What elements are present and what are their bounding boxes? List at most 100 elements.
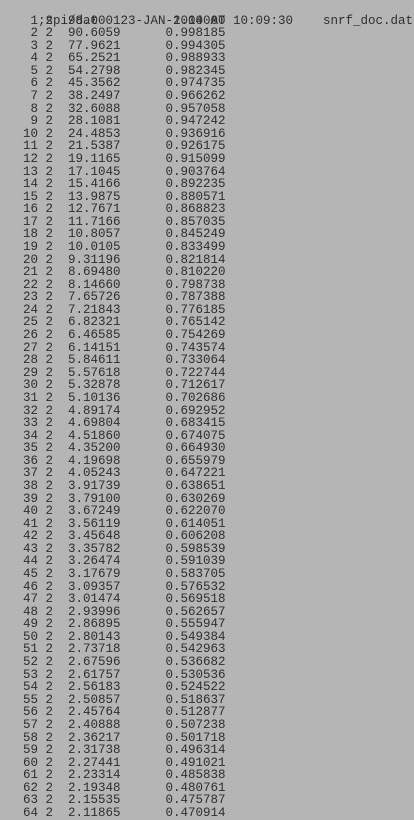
data-row: 9 2 28.1081 0.947242 xyxy=(8,115,413,128)
data-row: 35 2 4.35200 0.664930 xyxy=(8,442,413,455)
row-count: 2 xyxy=(45,806,53,820)
row-value-1: 3.45648 xyxy=(67,529,121,544)
data-row: 40 2 3.67249 0.622070 xyxy=(8,505,413,518)
row-value-1: 3.67249 xyxy=(67,504,121,519)
row-count: 2 xyxy=(45,717,53,732)
row-value-2: 0.507238 xyxy=(165,717,226,732)
row-count: 2 xyxy=(45,239,53,254)
row-count: 2 xyxy=(45,655,53,670)
row-key: 54 xyxy=(22,680,38,695)
row-key: 12 xyxy=(22,151,38,166)
row-value-1: 19.1165 xyxy=(67,151,121,166)
row-count: 2 xyxy=(45,680,53,695)
row-value-2: 0.754269 xyxy=(165,328,226,343)
row-value-1: 90.6059 xyxy=(67,26,121,41)
row-key: 52 xyxy=(22,655,38,670)
row-key: 26 xyxy=(22,328,38,343)
data-row: 23 2 7.65726 0.787388 xyxy=(8,291,413,304)
row-value-2: 0.638651 xyxy=(165,478,226,493)
row-count: 2 xyxy=(45,768,53,783)
row-value-2: 0.470914 xyxy=(165,806,226,820)
row-value-2: 0.536682 xyxy=(165,655,226,670)
data-row: 57 2 2.40888 0.507238 xyxy=(8,719,413,732)
row-value-1: 2.31738 xyxy=(67,743,121,758)
row-value-1: 2.23314 xyxy=(67,768,121,783)
row-value-2: 0.583705 xyxy=(165,567,226,582)
row-value-2: 0.868823 xyxy=(165,202,226,217)
row-key: 59 xyxy=(22,743,38,758)
data-row: 33 2 4.69804 0.683415 xyxy=(8,417,413,430)
row-count: 2 xyxy=(45,89,53,104)
row-value-1: 4.35200 xyxy=(67,441,121,456)
row-value-1: 15.4166 xyxy=(67,177,121,192)
row-value-1: 10.0105 xyxy=(67,239,121,254)
row-value-2: 0.892235 xyxy=(165,177,226,192)
row-value-2: 0.733064 xyxy=(165,353,226,368)
row-value-1: 3.01474 xyxy=(67,592,121,607)
data-row: 12 2 19.1165 0.915099 xyxy=(8,153,413,166)
header-filename: snrf_doc.dat xyxy=(323,13,414,28)
data-row: 16 2 12.7671 0.868823 xyxy=(8,203,413,216)
row-count: 2 xyxy=(45,416,53,431)
data-row: 2 2 90.6059 0.998185 xyxy=(8,27,413,40)
row-key: 31 xyxy=(22,390,38,405)
row-value-1: 2.67596 xyxy=(67,655,121,670)
row-count: 2 xyxy=(45,265,53,280)
row-value-1: 3.17679 xyxy=(67,567,121,582)
row-key: 61 xyxy=(22,768,38,783)
row-count: 2 xyxy=(45,26,53,41)
data-row: 42 2 3.45648 0.606208 xyxy=(8,530,413,543)
row-value-1: 28.1081 xyxy=(67,114,121,129)
row-value-2: 0.683415 xyxy=(165,416,226,431)
row-value-2: 0.810220 xyxy=(165,265,226,280)
row-count: 2 xyxy=(45,441,53,456)
row-key: 57 xyxy=(22,717,38,732)
data-row: 21 2 8.69480 0.810220 xyxy=(8,266,413,279)
row-key: 19 xyxy=(22,239,38,254)
row-value-2: 0.622070 xyxy=(165,504,226,519)
data-row: 31 2 5.10136 0.702686 xyxy=(8,392,413,405)
row-value-1: 2.40888 xyxy=(67,717,121,732)
row-key: 23 xyxy=(22,290,38,305)
row-key: 9 xyxy=(30,114,38,129)
row-key: 2 xyxy=(30,26,38,41)
row-value-1: 5.84611 xyxy=(67,353,121,368)
data-row: 54 2 2.56183 0.524522 xyxy=(8,681,413,694)
row-count: 2 xyxy=(45,202,53,217)
row-value-1: 8.69480 xyxy=(67,265,121,280)
row-key: 35 xyxy=(22,441,38,456)
row-key: 33 xyxy=(22,416,38,431)
row-count: 2 xyxy=(45,328,53,343)
row-value-2: 0.787388 xyxy=(165,290,226,305)
row-value-1: 2.56183 xyxy=(67,680,121,695)
row-key: 47 xyxy=(22,592,38,607)
row-value-2: 0.947242 xyxy=(165,114,226,129)
data-row: 52 2 2.67596 0.536682 xyxy=(8,656,413,669)
row-count: 2 xyxy=(45,504,53,519)
row-value-2: 0.485838 xyxy=(165,768,226,783)
header-line: ;spi/dat 23-JAN-2014 AT 10:09:30 snrf_doc.… xyxy=(8,2,413,26)
row-count: 2 xyxy=(45,114,53,129)
row-value-1: 3.91739 xyxy=(67,478,121,493)
row-key: 28 xyxy=(22,353,38,368)
data-row: 19 2 10.0105 0.833499 xyxy=(8,241,413,254)
row-key: 14 xyxy=(22,177,38,192)
row-key: 7 xyxy=(30,89,38,104)
row-value-2: 0.998185 xyxy=(165,26,226,41)
row-value-1: 38.2497 xyxy=(67,89,121,104)
row-value-1: 12.7671 xyxy=(67,202,121,217)
row-count: 2 xyxy=(45,592,53,607)
row-value-2: 0.524522 xyxy=(165,680,226,695)
row-value-2: 0.496314 xyxy=(165,743,226,758)
row-value-2: 0.664930 xyxy=(165,441,226,456)
data-row: 64 2 2.11865 0.470914 xyxy=(8,807,413,820)
row-value-2: 0.569518 xyxy=(165,592,226,607)
row-value-2: 0.702686 xyxy=(165,390,226,405)
row-key: 21 xyxy=(22,265,38,280)
row-key: 45 xyxy=(22,567,38,582)
row-key: 38 xyxy=(22,478,38,493)
row-key: 40 xyxy=(22,504,38,519)
data-row: 7 2 38.2497 0.966262 xyxy=(8,90,413,103)
data-row: 4 2 65.2521 0.988933 xyxy=(8,52,413,65)
row-count: 2 xyxy=(45,353,53,368)
